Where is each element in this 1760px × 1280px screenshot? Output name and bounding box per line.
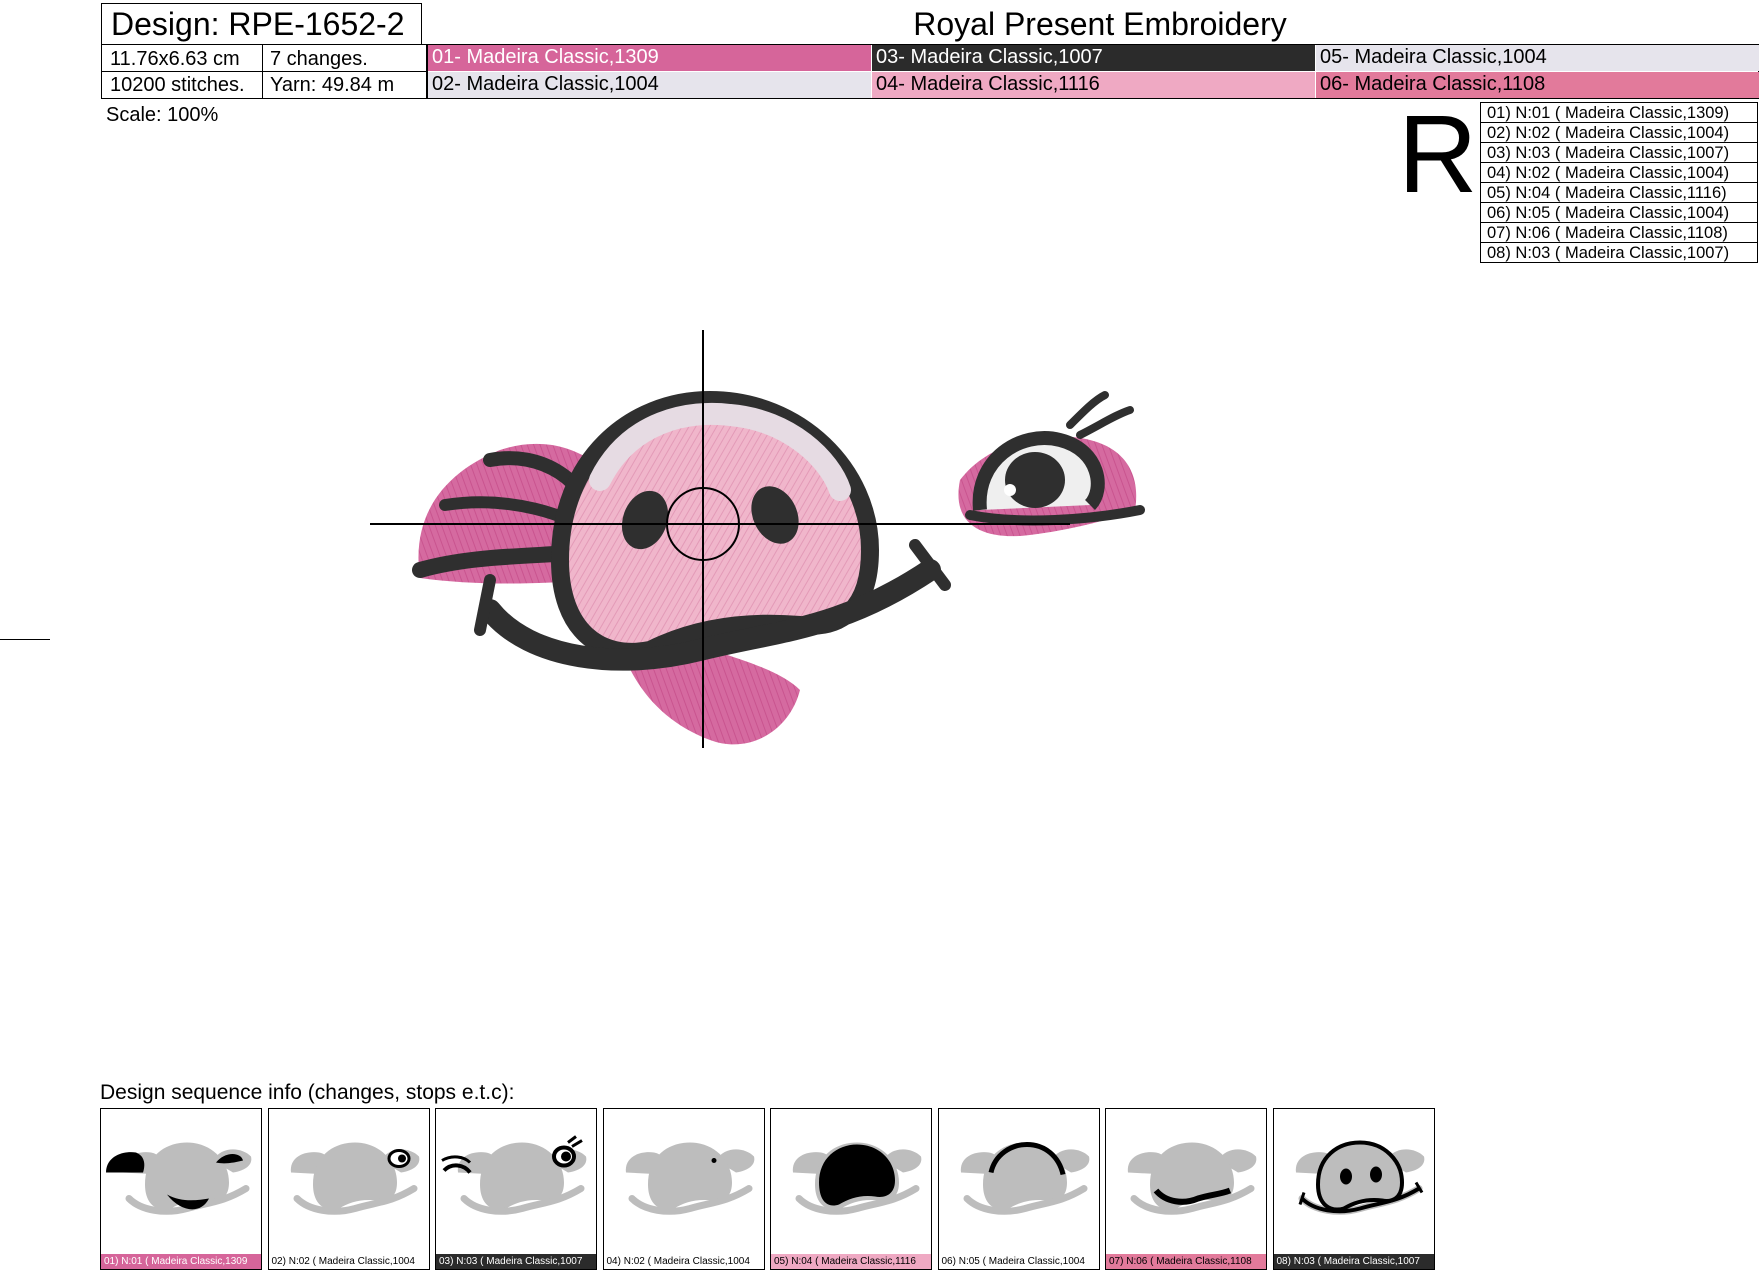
design-label: Design: RPE-1652-2 — [111, 6, 405, 42]
sequence-step: 08) N:03 ( Madeira Classic,1007) — [1480, 242, 1758, 263]
thumbnail-graphic — [960, 1141, 1089, 1215]
thumbnail-caption: 06) N:05 ( Madeira Classic,1004 — [938, 1254, 1099, 1269]
thumbnail-caption: 04) N:02 ( Madeira Classic,1004 — [603, 1254, 764, 1269]
sequence-step: 01) N:01 ( Madeira Classic,1309) — [1480, 102, 1758, 123]
thread-swatch: 03- Madeira Classic,1007 — [872, 45, 1315, 71]
stitch-count: 10200 stitches. — [110, 74, 245, 96]
thread-palette: 01- Madeira Classic,1309 02- Madeira Clas… — [427, 44, 1759, 99]
company-name: Royal Present Embroidery — [913, 6, 1287, 42]
thumbnail-graphic — [1127, 1142, 1257, 1215]
margin-mark — [0, 639, 50, 640]
thread-swatch: 01- Madeira Classic,1309 — [428, 45, 871, 71]
pig-face-illustration — [335, 300, 1145, 748]
thumbnail-caption: 03) N:03 ( Madeira Classic,1007 — [436, 1254, 596, 1269]
thumbnail-caption: 05) N:04 ( Madeira Classic,1116 — [771, 1254, 931, 1269]
thumbnail-caption: 08) N:03 ( Madeira Classic,1007 — [1273, 1254, 1434, 1269]
sequence-thumbnail: 03) N:03 ( Madeira Classic,1007 — [435, 1108, 597, 1270]
thumbnail-graphic — [1295, 1140, 1424, 1215]
thumbnail-caption: 07) N:06 ( Madeira Classic,1108 — [1106, 1254, 1266, 1269]
yarn-length: Yarn: 49.84 m — [270, 74, 395, 96]
thumbnail-graphic — [290, 1142, 419, 1215]
sequence-thumbnail: 01) N:01 ( Madeira Classic,1309 — [100, 1108, 262, 1270]
color-changes: 7 changes. — [270, 48, 368, 70]
thread-swatch: 04- Madeira Classic,1116 — [872, 72, 1315, 98]
sequence-step: 04) N:02 ( Madeira Classic,1004) — [1480, 162, 1758, 183]
sequence-step: 06) N:05 ( Madeira Classic,1004) — [1480, 202, 1758, 223]
sequence-title: Design sequence info (changes, stops e.t… — [100, 1081, 515, 1104]
embroidery-preview — [335, 300, 1210, 850]
thumbnail-graphic — [792, 1142, 922, 1215]
design-info-grid: 11.76x6.63 cm 7 changes. 10200 stitches.… — [101, 44, 427, 99]
thumbnail-caption: 01) N:01 ( Madeira Classic,1309 — [101, 1254, 261, 1269]
sequence-thumbnail: 08) N:03 ( Madeira Classic,1007 — [1272, 1108, 1435, 1270]
thread-swatch: 02- Madeira Classic,1004 — [428, 72, 871, 98]
scale-label: Scale: 100% — [106, 104, 219, 126]
sequence-thumbnails: 01) N:01 ( Madeira Classic,1309 02) N:02… — [100, 1108, 1440, 1273]
stitch-sequence-list: 01) N:01 ( Madeira Classic,1309) 02) N:02… — [1480, 102, 1758, 263]
sequence-thumbnail: 05) N:04 ( Madeira Classic,1116 — [770, 1108, 932, 1270]
sequence-thumbnail: 02) N:02 ( Madeira Classic,1004 — [267, 1108, 430, 1270]
thread-swatch: 06- Madeira Classic,1108 — [1316, 72, 1759, 98]
orientation-letter: R — [1398, 93, 1478, 216]
sequence-thumbnail: 04) N:02 ( Madeira Classic,1004 — [602, 1108, 765, 1270]
thumbnail-graphic — [106, 1142, 252, 1215]
thumbnail-graphic — [625, 1142, 754, 1215]
sequence-step: 05) N:04 ( Madeira Classic,1116) — [1480, 182, 1758, 203]
sequence-step: 02) N:02 ( Madeira Classic,1004) — [1480, 122, 1758, 143]
design-size: 11.76x6.63 cm — [110, 48, 240, 70]
sequence-thumbnail: 06) N:05 ( Madeira Classic,1004 — [937, 1108, 1100, 1270]
sequence-step: 07) N:06 ( Madeira Classic,1108) — [1480, 222, 1758, 243]
sequence-thumbnail: 07) N:06 ( Madeira Classic,1108 — [1105, 1108, 1267, 1270]
thread-swatch: 05- Madeira Classic,1004 — [1316, 45, 1759, 71]
thumbnail-caption: 02) N:02 ( Madeira Classic,1004 — [268, 1254, 429, 1269]
thumbnail-graphic — [441, 1135, 587, 1215]
sequence-step: 03) N:03 ( Madeira Classic,1007) — [1480, 142, 1758, 163]
